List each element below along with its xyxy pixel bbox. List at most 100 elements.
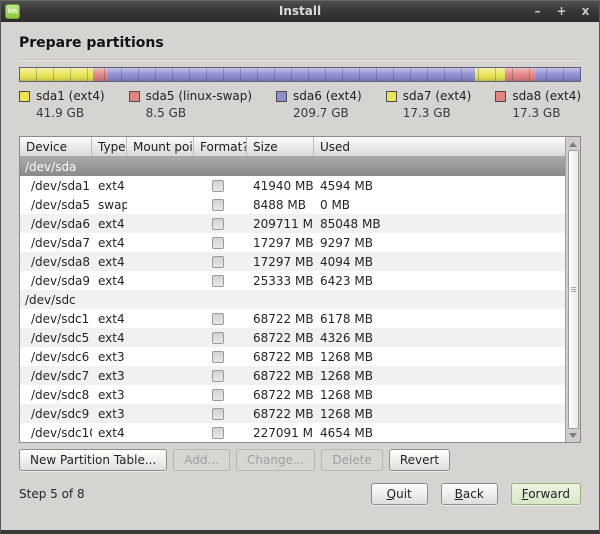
type-cell: swap (92, 198, 127, 212)
table-group-row-dev-sdc[interactable]: /dev/sdc (20, 290, 565, 309)
device-label: /dev/sda (25, 160, 76, 174)
format-checkbox[interactable] (212, 389, 224, 401)
legend-swatch-icon (129, 91, 140, 102)
size-cell: 68722 MB (247, 388, 314, 402)
device-cell: /dev/sdc9 (20, 407, 92, 421)
used-cell: 1268 MB (314, 369, 565, 383)
legend-size: 209.7 GB (293, 106, 362, 120)
partition-bar (19, 67, 581, 82)
column-header-used[interactable]: Used (314, 137, 565, 156)
table-row-dev-sdc8[interactable]: /dev/sdc8ext368722 MB1268 MB (20, 385, 565, 404)
table-row-dev-sda7[interactable]: /dev/sda7ext417297 MB9297 MB (20, 233, 565, 252)
format-checkbox[interactable] (212, 256, 224, 268)
scrollbar-thumb[interactable] (568, 150, 579, 429)
table-row-dev-sdc10[interactable]: /dev/sdc10ext4227091 MB4654 MB (20, 423, 565, 442)
column-header-type[interactable]: Type (92, 137, 127, 156)
legend-swatch-icon (276, 91, 287, 102)
device-cell: /dev/sdc10 (20, 426, 92, 440)
partition-segment-sda1 (20, 68, 93, 81)
legend-size: 8.5 GB (146, 106, 252, 120)
column-header-mount-point[interactable]: Mount point (127, 137, 194, 156)
table-row-dev-sda8[interactable]: /dev/sda8ext417297 MB4094 MB (20, 252, 565, 271)
used-cell: 1268 MB (314, 350, 565, 364)
partition-table-main: DeviceTypeMount pointFormat?SizeUsed /de… (20, 137, 565, 442)
size-cell: 68722 MB (247, 407, 314, 421)
format-cell (194, 370, 247, 382)
type-cell: ext4 (92, 255, 127, 269)
device-cell: /dev/sda9 (20, 274, 92, 288)
size-cell: 17297 MB (247, 236, 314, 250)
format-checkbox[interactable] (212, 218, 224, 230)
device-label: /dev/sdc (25, 293, 76, 307)
format-checkbox[interactable] (212, 275, 224, 287)
used-cell: 6178 MB (314, 312, 565, 326)
size-cell: 68722 MB (247, 312, 314, 326)
column-header-size[interactable]: Size (247, 137, 314, 156)
forward-button[interactable]: Forward (511, 483, 581, 505)
format-checkbox[interactable] (212, 351, 224, 363)
type-cell: ext4 (92, 331, 127, 345)
format-cell (194, 332, 247, 344)
size-cell: 17297 MB (247, 255, 314, 269)
legend-label: sda6 (ext4) (293, 89, 362, 103)
table-row-dev-sda5[interactable]: /dev/sda5swap8488 MB0 MB (20, 195, 565, 214)
format-checkbox[interactable] (212, 427, 224, 439)
partition-table: DeviceTypeMount pointFormat?SizeUsed /de… (19, 136, 581, 443)
table-body: /dev/sda/dev/sda1ext441940 MB4594 MB/dev… (20, 157, 565, 442)
minimize-icon[interactable]: – (531, 1, 544, 21)
format-checkbox[interactable] (212, 313, 224, 325)
back-button[interactable]: Back (441, 483, 498, 505)
partition-segment-sda9 (536, 68, 580, 81)
table-row-dev-sdc1[interactable]: /dev/sdc1ext468722 MB6178 MB (20, 309, 565, 328)
legend-label: sda1 (ext4) (36, 89, 105, 103)
table-row-dev-sda1[interactable]: /dev/sda1ext441940 MB4594 MB (20, 176, 565, 195)
content: Prepare partitions sda1 (ext4)41.9 GBsda… (1, 22, 599, 530)
format-cell (194, 237, 247, 249)
format-checkbox[interactable] (212, 370, 224, 382)
size-cell: 68722 MB (247, 369, 314, 383)
scroll-down-icon[interactable] (569, 430, 577, 440)
change-button: Change... (236, 449, 315, 471)
format-checkbox[interactable] (212, 332, 224, 344)
table-row-dev-sdc7[interactable]: /dev/sdc7ext368722 MB1268 MB (20, 366, 565, 385)
format-checkbox[interactable] (212, 180, 224, 192)
type-cell: ext4 (92, 236, 127, 250)
format-checkbox[interactable] (212, 237, 224, 249)
quit-button[interactable]: Quit (371, 483, 428, 505)
table-row-dev-sdc6[interactable]: /dev/sdc6ext368722 MB1268 MB (20, 347, 565, 366)
close-icon[interactable]: x (579, 1, 592, 21)
new-partition-table-button[interactable]: New Partition Table... (19, 449, 167, 471)
used-cell: 1268 MB (314, 407, 565, 421)
format-checkbox[interactable] (212, 199, 224, 211)
scroll-up-icon[interactable] (569, 139, 577, 149)
format-cell (194, 427, 247, 439)
revert-button[interactable]: Revert (389, 449, 450, 471)
device-cell: /dev/sdc7 (20, 369, 92, 383)
size-cell: 68722 MB (247, 350, 314, 364)
table-row-dev-sdc5[interactable]: /dev/sdc5ext468722 MB4326 MB (20, 328, 565, 347)
type-cell: ext3 (92, 407, 127, 421)
vertical-scrollbar[interactable] (565, 137, 580, 442)
table-header: DeviceTypeMount pointFormat?SizeUsed (20, 137, 565, 157)
partition-segment-sda8 (505, 68, 535, 81)
step-indicator: Step 5 of 8 (19, 487, 85, 501)
legend-size: 17.3 GB (403, 106, 472, 120)
size-cell: 8488 MB (247, 198, 314, 212)
column-header-format[interactable]: Format? (194, 137, 247, 156)
device-cell: /dev/sdc5 (20, 331, 92, 345)
used-cell: 4594 MB (314, 179, 565, 193)
legend-item: sda6 (ext4) 209.7 GB (276, 89, 362, 120)
device-cell: /dev/sdc8 (20, 388, 92, 402)
format-checkbox[interactable] (212, 408, 224, 420)
table-group-row-dev-sda[interactable]: /dev/sda (20, 157, 565, 176)
table-row-dev-sda6[interactable]: /dev/sda6ext4209711 MB85048 MB (20, 214, 565, 233)
table-row-dev-sda9[interactable]: /dev/sda9ext425333 MB6423 MB (20, 271, 565, 290)
legend-swatch-icon (386, 91, 397, 102)
maximize-icon[interactable]: + (555, 1, 568, 21)
type-cell: ext4 (92, 217, 127, 231)
legend-item: sda7 (ext4)17.3 GB (386, 89, 472, 120)
column-header-device[interactable]: Device (20, 137, 92, 156)
table-row-dev-sdc9[interactable]: /dev/sdc9ext3 68722 MB1268 MB (20, 404, 565, 423)
type-cell: ext3 (92, 388, 127, 402)
format-cell (194, 256, 247, 268)
